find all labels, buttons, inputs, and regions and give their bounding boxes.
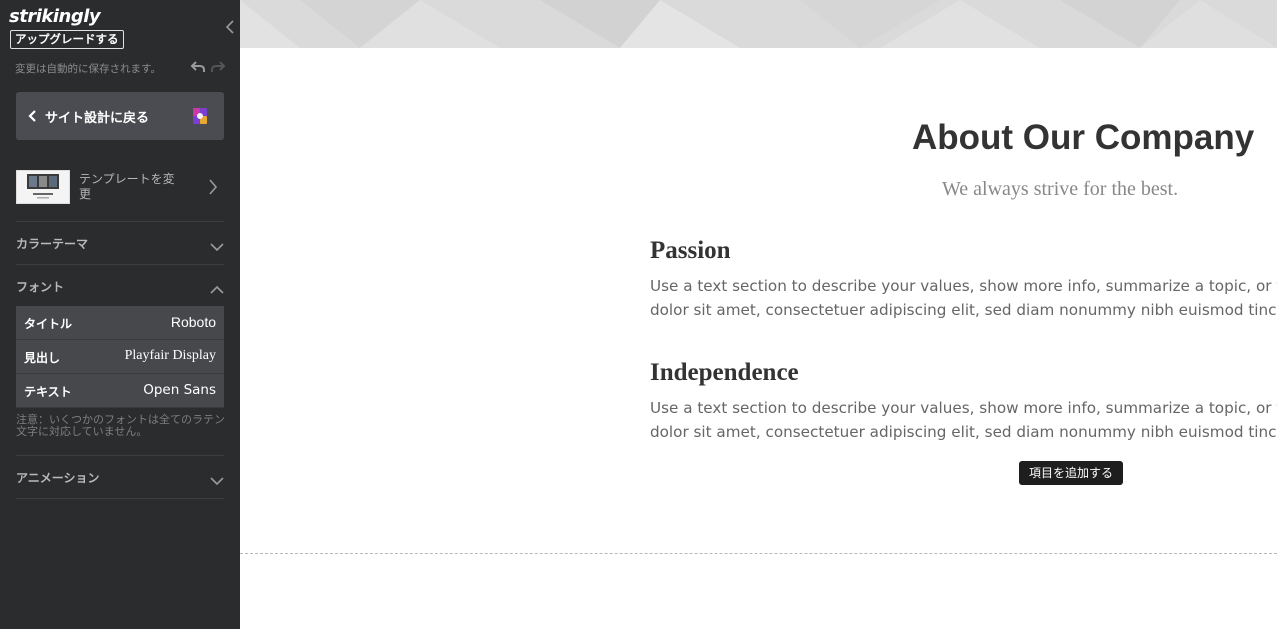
fonts-section-header[interactable]: フォント bbox=[16, 276, 224, 296]
font-row-value: Playfair Display bbox=[124, 348, 216, 363]
color-theme-title: カラーテーマ bbox=[16, 237, 89, 251]
item-body[interactable]: Use a text section to describe your valu… bbox=[650, 396, 1277, 444]
item-body[interactable]: Use a text section to describe your valu… bbox=[650, 274, 1277, 322]
change-template-row[interactable]: テンプレートを変更 bbox=[16, 164, 224, 210]
color-theme-section-header[interactable]: カラーテーマ bbox=[16, 233, 224, 253]
section-separator bbox=[240, 553, 1277, 554]
divider bbox=[16, 264, 224, 265]
animation-title: アニメーション bbox=[16, 471, 100, 485]
item-body-line: dolor sit amet, consectetuer adipiscing … bbox=[650, 423, 1277, 441]
autosave-status: 変更は自動的に保存されます。 bbox=[15, 63, 161, 75]
back-to-site-design-button[interactable]: サイト設計に戻る bbox=[16, 92, 224, 140]
item-body-line: Use a text section to describe your valu… bbox=[650, 277, 1277, 295]
font-row-title[interactable]: タイトル Roboto bbox=[16, 306, 224, 340]
upgrade-button[interactable]: アップグレードする bbox=[10, 30, 124, 49]
font-row-value: Open Sans bbox=[143, 382, 216, 398]
fonts-title: フォント bbox=[16, 280, 65, 294]
app-color-icon bbox=[192, 106, 208, 126]
font-row-text[interactable]: テキスト Open Sans bbox=[16, 374, 224, 408]
item-heading[interactable]: Independence bbox=[650, 359, 799, 387]
font-row-label: テキスト bbox=[24, 385, 72, 399]
template-thumbnail bbox=[16, 170, 70, 204]
chevron-left-icon bbox=[28, 107, 38, 125]
section-subtitle[interactable]: We always strive for the best. bbox=[942, 178, 1178, 201]
font-settings-table: タイトル Roboto 見出し Playfair Display テキスト Op… bbox=[16, 306, 224, 408]
divider bbox=[16, 455, 224, 456]
item-body-line: dolor sit amet, consectetuer adipiscing … bbox=[650, 301, 1277, 319]
font-row-label: 見出し bbox=[24, 351, 61, 365]
back-button-label: サイト設計に戻る bbox=[45, 111, 150, 126]
collapse-sidebar-icon[interactable] bbox=[224, 18, 236, 36]
editor-sidebar: strikingly アップグレードする 変更は自動的に保存されます。 サイト設… bbox=[0, 0, 240, 629]
divider bbox=[16, 221, 224, 222]
undo-icon[interactable] bbox=[190, 59, 206, 75]
chevron-down-icon bbox=[210, 471, 224, 486]
redo-icon[interactable] bbox=[210, 59, 226, 75]
add-item-button[interactable]: 項目を追加する bbox=[1019, 461, 1124, 485]
animation-section-header[interactable]: アニメーション bbox=[16, 467, 224, 487]
section-title[interactable]: About Our Company bbox=[912, 118, 1254, 158]
banner-background bbox=[240, 0, 1277, 48]
chevron-down-icon bbox=[210, 237, 224, 252]
font-support-note: 注意：いくつかのフォントは全てのラテン文字に対応していません。 bbox=[16, 413, 225, 438]
site-preview: About Our Company We always strive for t… bbox=[240, 0, 1277, 629]
change-template-label: テンプレートを変更 bbox=[79, 172, 175, 201]
strikingly-logo[interactable]: strikingly bbox=[9, 6, 101, 27]
chevron-right-icon bbox=[208, 177, 218, 197]
item-body-line: Use a text section to describe your valu… bbox=[650, 399, 1277, 417]
font-row-heading[interactable]: 見出し Playfair Display bbox=[16, 340, 224, 374]
font-row-label: タイトル bbox=[24, 317, 73, 331]
chevron-up-icon bbox=[210, 280, 224, 294]
item-heading[interactable]: Passion bbox=[650, 237, 731, 265]
font-row-value: Roboto bbox=[170, 314, 216, 330]
divider bbox=[16, 498, 224, 499]
